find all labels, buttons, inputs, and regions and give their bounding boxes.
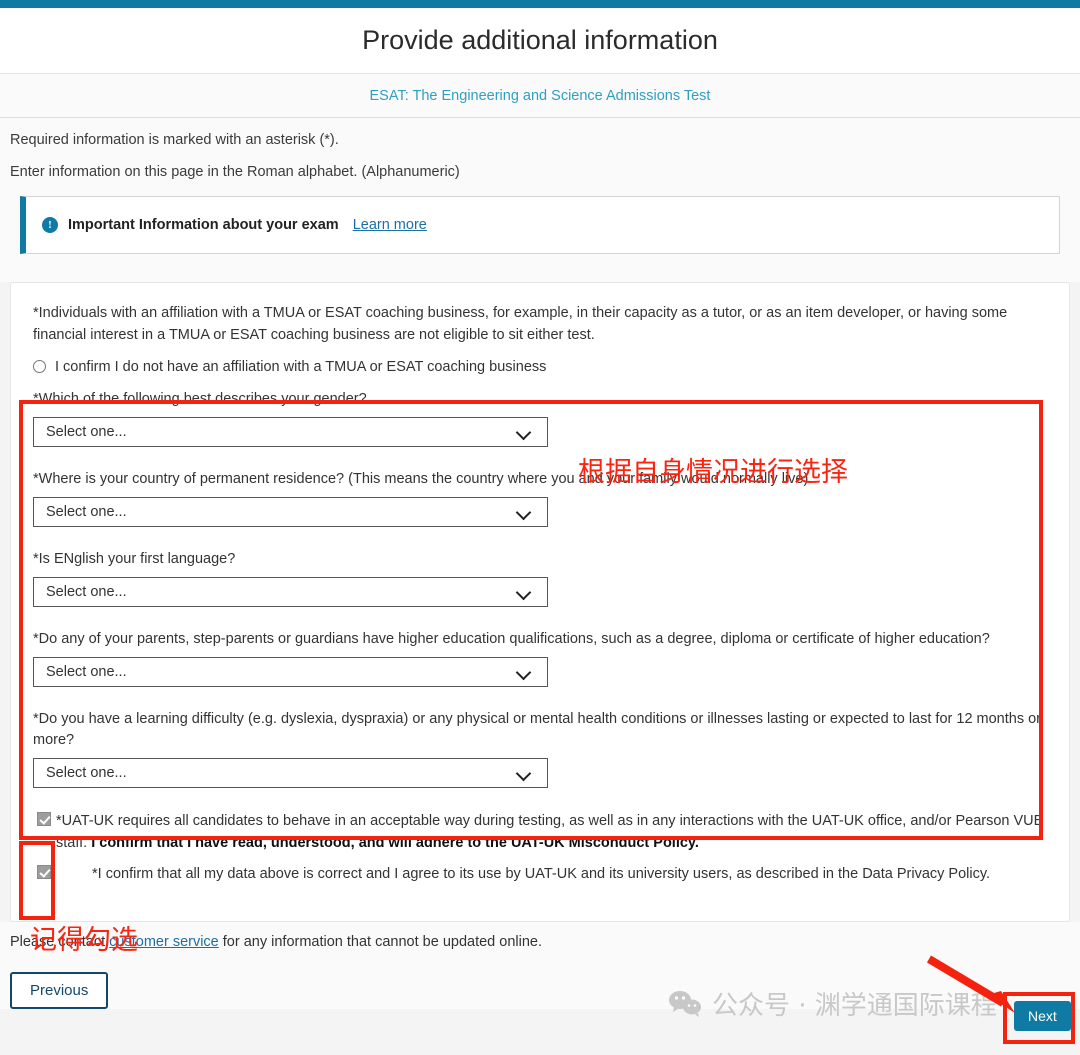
chevron-down-icon	[517, 425, 531, 439]
chevron-down-icon	[517, 585, 531, 599]
question-gender: *Which of the following best describes y…	[33, 389, 1049, 447]
customer-service-note: Please contact customer service for any …	[10, 934, 1070, 950]
gender-select[interactable]: Select one...	[33, 416, 548, 447]
misconduct-policy-text: *UAT-UK requires all candidates to behav…	[56, 810, 1049, 855]
chevron-down-icon	[517, 766, 531, 780]
exam-name-link[interactable]: ESAT: The Engineering and Science Admiss…	[370, 88, 711, 104]
page-header: Provide additional information	[0, 8, 1080, 74]
question-residence-label: *Where is your country of permanent resi…	[33, 470, 813, 487]
top-accent-bar	[0, 0, 1080, 8]
misconduct-policy-text-bold: I confirm that I have read, understood, …	[91, 835, 699, 852]
additional-information-form: *Individuals with an affiliation with a …	[10, 282, 1070, 922]
banner-text: Important Information about your exam	[68, 217, 339, 233]
question-residence: *Where is your country of permanent resi…	[33, 469, 1049, 527]
roman-alphabet-note: Enter information on this page in the Ro…	[10, 164, 460, 180]
important-information-banner: ! Important Information about your exam …	[20, 196, 1060, 254]
question-english: *Is ENglish your first language? Select …	[33, 549, 1049, 607]
contact-suffix: for any information that cannot be updat…	[218, 934, 542, 950]
data-privacy-text: *I confirm that all my data above is cor…	[92, 865, 991, 882]
question-gender-label: *Which of the following best describes y…	[33, 390, 367, 407]
misconduct-policy-row[interactable]: *UAT-UK requires all candidates to behav…	[31, 810, 1049, 855]
gender-select-value: Select one...	[46, 423, 127, 440]
data-privacy-row[interactable]: *I confirm that all my data above is cor…	[31, 863, 1049, 885]
annotation-note-select: 根据自身情况进行选择	[578, 457, 848, 488]
question-parent-education-label: *Do any of your parents, step-parents or…	[33, 630, 990, 647]
parent-education-select-value: Select one...	[46, 663, 127, 680]
chevron-down-icon	[517, 505, 531, 519]
question-learning-difficulty-label: *Do you have a learning difficulty (e.g.…	[33, 710, 1042, 748]
affiliation-radio[interactable]	[33, 360, 46, 373]
data-privacy-checkbox[interactable]	[37, 864, 51, 879]
residence-select-value: Select one...	[46, 503, 127, 520]
english-select-value: Select one...	[46, 583, 127, 600]
learning-difficulty-select-value: Select one...	[46, 764, 127, 781]
chevron-down-icon	[517, 665, 531, 679]
parent-education-select[interactable]: Select one...	[33, 656, 548, 687]
residence-select[interactable]: Select one...	[33, 496, 548, 527]
wechat-icon	[669, 990, 701, 1017]
intro-section: Required information is marked with an a…	[0, 118, 1080, 282]
annotation-note-check: 记得勾选	[30, 925, 138, 956]
learning-difficulty-select[interactable]: Select one...	[33, 757, 548, 788]
previous-button[interactable]: Previous	[10, 972, 109, 1009]
question-learning-difficulty: *Do you have a learning difficulty (e.g.…	[33, 709, 1049, 788]
info-circle-icon: !	[42, 217, 58, 233]
affiliation-radio-label: I confirm I do not have an affiliation w…	[55, 358, 547, 375]
page-title: Provide additional information	[362, 25, 718, 55]
question-english-label: *Is ENglish your first language?	[33, 550, 236, 567]
affiliation-confirm-row[interactable]: I confirm I do not have an affiliation w…	[33, 359, 1049, 375]
affiliation-statement: *Individuals with an affiliation with a …	[33, 305, 1008, 343]
misconduct-policy-checkbox[interactable]	[37, 811, 51, 826]
english-select[interactable]: Select one...	[33, 576, 548, 607]
question-parent-education: *Do any of your parents, step-parents or…	[33, 629, 1049, 687]
required-info-note: Required information is marked with an a…	[10, 132, 339, 148]
exam-subtitle-bar: ESAT: The Engineering and Science Admiss…	[0, 74, 1080, 118]
learn-more-link[interactable]: Learn more	[353, 217, 427, 233]
annotation-arrow-icon	[926, 955, 1015, 1013]
